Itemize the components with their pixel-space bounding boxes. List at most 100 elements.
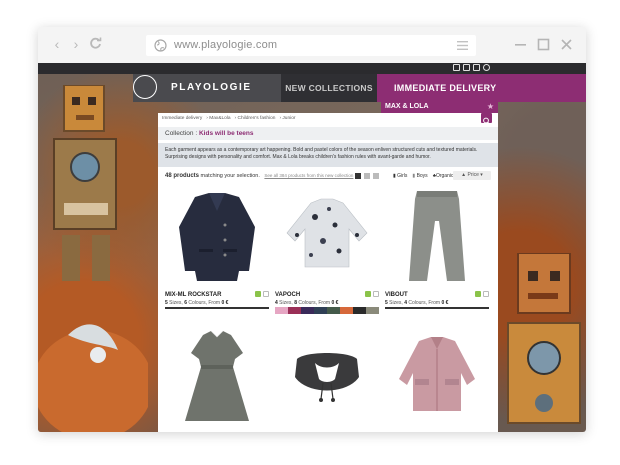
product-card[interactable]: MIX-ML ROCKSTAR 5 Sizes, 6 Colours, From… [165, 185, 269, 315]
brand-name[interactable]: MAX & LOLA [385, 103, 429, 110]
account-icons [453, 64, 490, 71]
colours-count: 6 [184, 300, 187, 306]
product-meta: 5 Sizes, 4 Colours, From 0 € [385, 300, 448, 306]
robot-illustration-bottom [38, 324, 148, 432]
organic-leaf-icon [475, 291, 481, 297]
list-view-icon[interactable] [373, 173, 379, 179]
product-count-number: 48 products [165, 173, 200, 179]
swatch[interactable] [301, 307, 314, 314]
sizes-label: Sizes, [169, 300, 183, 306]
back-icon[interactable]: ‹ [50, 37, 64, 51]
product-name[interactable]: VIBOUT [385, 292, 408, 298]
product-meta: 5 Sizes, 6 Colours, From 0 € [165, 300, 228, 306]
maximize-icon[interactable] [537, 38, 550, 51]
view-toggle [355, 173, 379, 179]
colours-label: Colours, [188, 300, 207, 306]
product-card-icons [365, 291, 379, 297]
swatch[interactable] [288, 307, 301, 314]
close-icon[interactable] [560, 38, 573, 51]
product-card-icons [255, 291, 269, 297]
grid-small-icon[interactable] [364, 173, 370, 179]
product-price: 0 € [331, 300, 339, 306]
swatch[interactable] [327, 307, 340, 314]
product-card[interactable]: VAPOCH 4 Sizes, 8 Colours, From 0 € [275, 185, 379, 315]
wishlist-heart-icon[interactable] [263, 291, 269, 297]
address-bar[interactable]: www.playologie.com [146, 35, 476, 56]
globe-icon [154, 39, 167, 52]
product-price: 0 € [441, 300, 449, 306]
product-card-icons [475, 291, 489, 297]
filter-boys[interactable]: ▮ Boys [412, 173, 427, 179]
filter-girls[interactable]: ▮ Girls [393, 173, 407, 179]
sizes-label: Sizes, [279, 300, 293, 306]
from-label: From [318, 300, 331, 306]
product-card[interactable] [165, 323, 269, 432]
swatch[interactable] [314, 307, 327, 314]
colours-count: 8 [294, 300, 297, 306]
mail-icon[interactable] [473, 64, 480, 71]
product-meta: 4 Sizes, 8 Colours, From 0 € [275, 300, 338, 306]
product-card[interactable]: VIBOUT 5 Sizes, 4 Colours, From 0 € [385, 185, 489, 315]
organic-leaf-icon [255, 291, 261, 297]
product-image-jacket[interactable] [165, 185, 269, 289]
wishlist-heart-icon[interactable] [373, 291, 379, 297]
swatch[interactable] [353, 307, 366, 314]
filter-organic[interactable]: ♣Organic [433, 173, 454, 179]
description-line: Each garment appears as a contemporary a… [165, 147, 478, 153]
product-card[interactable] [385, 323, 489, 432]
browser-window: ‹ › www.playologie.com PLAYOLOGIE NEW CO… [38, 27, 586, 432]
cart-icon[interactable] [453, 64, 460, 71]
breadcrumb-item[interactable]: Junior [282, 116, 295, 121]
breadcrumb-item[interactable]: Children's fashion [237, 116, 275, 121]
from-label: From [428, 300, 441, 306]
url-text: www.playologie.com [174, 39, 278, 51]
filter-row: 48 products matching your selection. See… [165, 171, 495, 182]
product-name[interactable]: MIX-ML ROCKSTAR [165, 292, 221, 298]
product-card[interactable] [275, 323, 379, 432]
sizes-count: 5 [385, 300, 388, 306]
tab-immediate-delivery[interactable]: IMMEDIATE DELIVERY [377, 74, 586, 102]
grid-large-icon[interactable] [355, 173, 361, 179]
price-sort-dropdown[interactable]: ▲ Price ▾ [453, 171, 491, 180]
breadcrumb-item[interactable]: Immediate delivery [162, 116, 202, 121]
menu-icon[interactable] [457, 41, 468, 50]
filter-organic-label: Organic [435, 173, 454, 179]
tab-new-collections[interactable]: NEW COLLECTIONS [281, 74, 377, 102]
search-button[interactable] [481, 113, 492, 125]
product-image-collar[interactable] [275, 323, 379, 427]
swatch[interactable] [340, 307, 353, 314]
product-name[interactable]: VAPOCH [275, 292, 300, 298]
from-label: From [208, 300, 221, 306]
product-image-coat[interactable] [385, 323, 489, 427]
minimize-icon[interactable] [514, 38, 527, 51]
product-image-trousers[interactable] [385, 185, 489, 289]
favorite-star-icon[interactable]: ★ [487, 102, 494, 111]
collection-description: Each garment appears as a contemporary a… [158, 143, 498, 167]
brand-bar: MAX & LOLA ★ [381, 102, 498, 113]
breadcrumb-item[interactable]: Max&Lola [209, 116, 230, 121]
user-icon[interactable] [483, 64, 490, 71]
product-image-shirt[interactable] [275, 185, 379, 289]
collection-name: Kids will be teens [198, 130, 254, 137]
color-bar [385, 307, 489, 309]
forward-icon[interactable]: › [69, 37, 83, 51]
product-price: 0 € [221, 300, 229, 306]
see-all-link[interactable]: See all 384 products from this new colle… [264, 173, 353, 178]
swatch[interactable] [275, 307, 288, 314]
page-viewport: PLAYOLOGIE NEW COLLECTIONS IMMEDIATE DEL… [38, 63, 586, 432]
wishlist-icon[interactable] [463, 64, 470, 71]
site-top-strip [38, 63, 586, 74]
logo-circle-icon [133, 75, 157, 99]
reload-icon[interactable] [88, 37, 102, 51]
robot-illustration-right [507, 253, 581, 424]
matching-text: matching your selection. [200, 173, 260, 179]
browser-toolbar: ‹ › www.playologie.com [38, 27, 586, 63]
colours-count: 4 [404, 300, 407, 306]
swatch[interactable] [366, 307, 379, 314]
collection-title: Collection : Kids will be teens [158, 127, 498, 140]
organic-leaf-icon [365, 291, 371, 297]
product-image-dress[interactable] [165, 323, 269, 427]
wishlist-heart-icon[interactable] [483, 291, 489, 297]
site-logo[interactable]: PLAYOLOGIE [133, 74, 281, 102]
product-count: 48 products matching your selection. See… [165, 173, 353, 179]
